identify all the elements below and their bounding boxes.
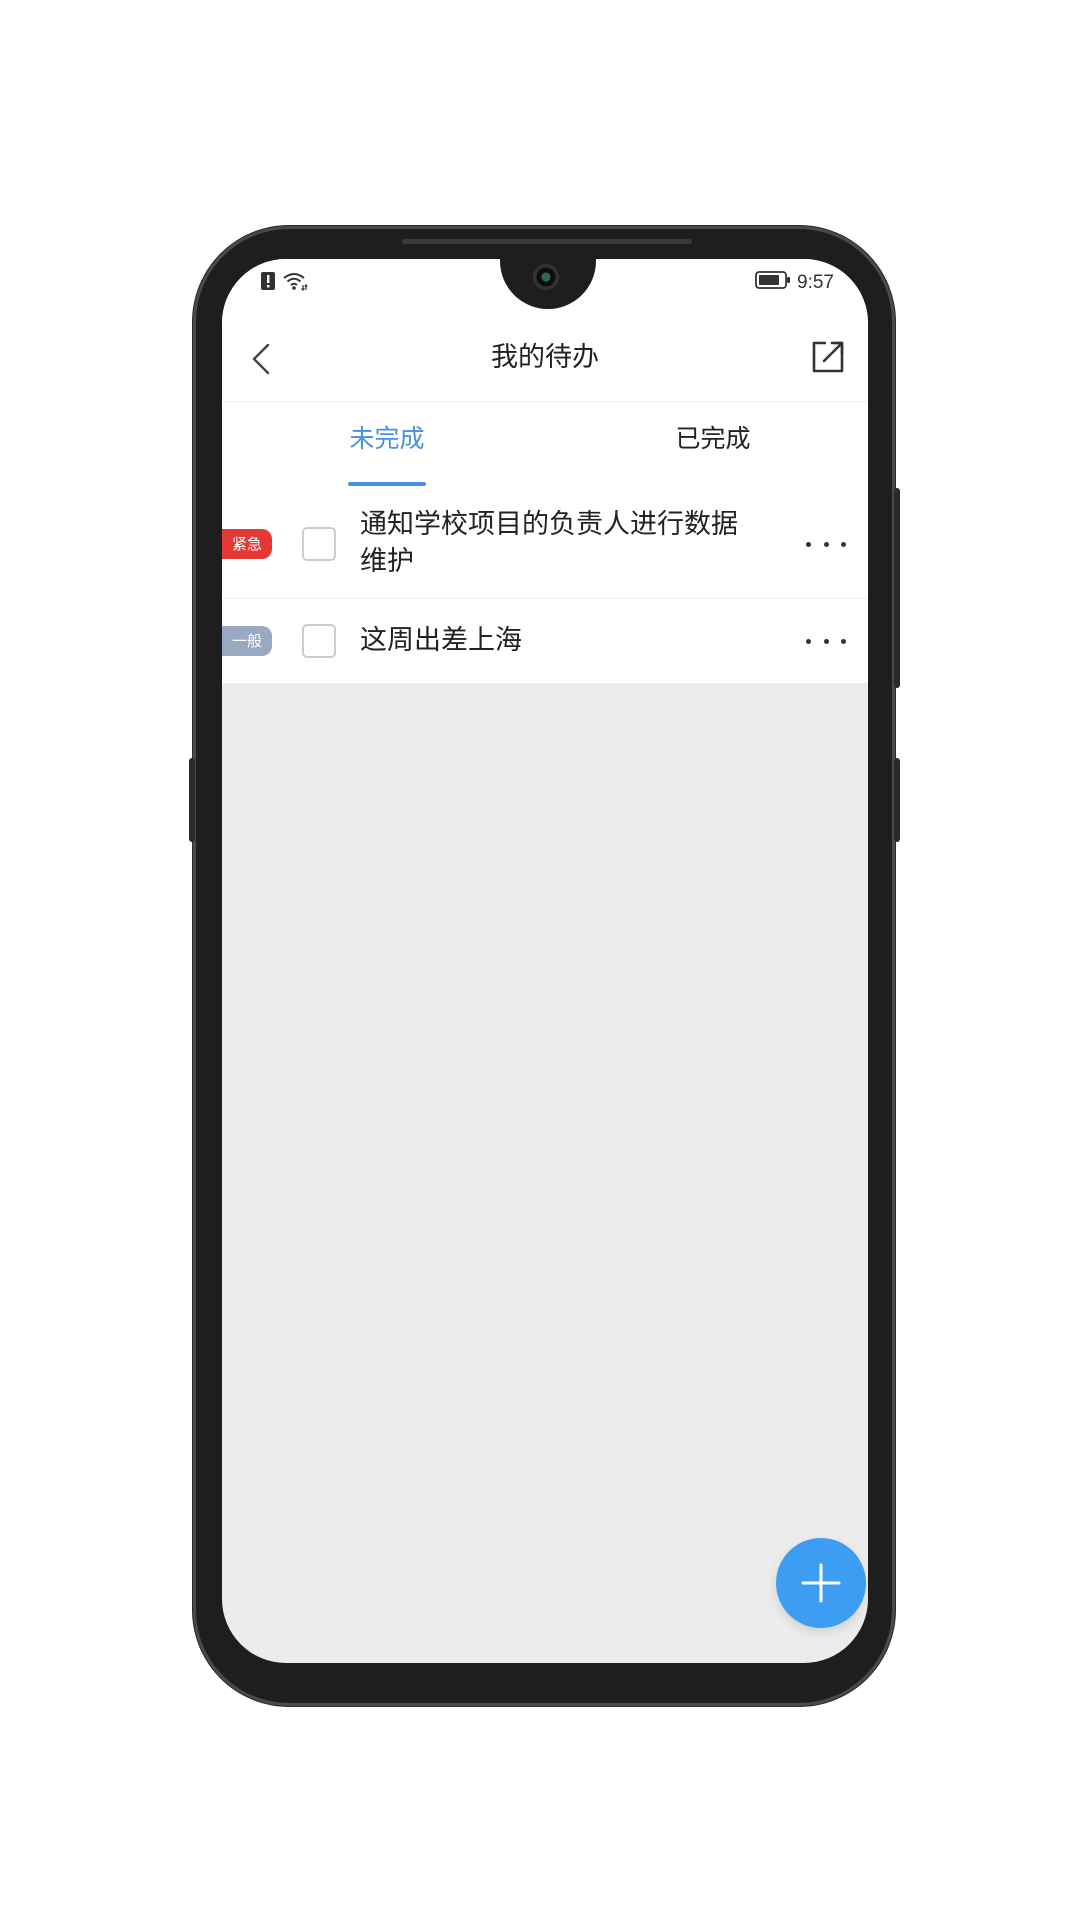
earpiece — [402, 239, 692, 244]
volume-button — [189, 758, 195, 842]
status-right: 9:57 — [755, 271, 834, 295]
task-list: 紧急 通知学校项目的负责人进行数据维护 一般 这周出差上海 — [222, 490, 868, 684]
share-button[interactable] — [808, 337, 848, 377]
page-title: 我的待办 — [491, 342, 599, 373]
task-text: 通知学校项目的负责人进行数据维护 — [360, 509, 738, 577]
power-button — [894, 488, 900, 688]
tab-incomplete[interactable]: 未完成 — [332, 402, 442, 490]
task-row[interactable]: 一般 这周出差上海 — [222, 599, 868, 684]
priority-badge: 紧急 — [222, 529, 272, 559]
task-checkbox[interactable] — [302, 624, 336, 658]
nav-bar: 我的待办 — [222, 315, 868, 402]
add-task-button[interactable] — [776, 1538, 866, 1628]
battery-icon — [755, 271, 791, 295]
tab-bar: 未完成 已完成 — [222, 402, 868, 490]
task-text: 这周出差上海 — [360, 625, 522, 656]
more-dot-icon — [823, 638, 829, 644]
plus-icon — [801, 1563, 841, 1603]
more-dot-icon — [806, 638, 811, 644]
tab-completed[interactable]: 已完成 — [658, 402, 768, 490]
more-button[interactable] — [806, 631, 846, 651]
external-link-icon — [812, 341, 844, 373]
task-row[interactable]: 紧急 通知学校项目的负责人进行数据维护 — [222, 490, 868, 599]
camera — [533, 264, 559, 290]
status-time: 9:57 — [797, 272, 834, 293]
more-dot-icon — [806, 541, 811, 547]
task-checkbox[interactable] — [302, 527, 336, 561]
status-left — [260, 271, 308, 295]
priority-badge: 一般 — [222, 626, 272, 656]
alert-icon — [260, 271, 276, 295]
more-dot-icon — [841, 638, 846, 644]
tab-indicator — [348, 482, 426, 486]
more-dot-icon — [823, 541, 829, 547]
screen: 9:57 我的待办 未完成 已完成 紧急 通知学校项目的负责人进行数据维护 一般… — [222, 259, 868, 1663]
side-button — [894, 758, 900, 842]
more-dot-icon — [841, 541, 846, 547]
wifi-icon — [282, 271, 308, 295]
device-frame: 9:57 我的待办 未完成 已完成 紧急 通知学校项目的负责人进行数据维护 一般… — [0, 0, 1080, 1920]
more-button[interactable] — [806, 534, 846, 554]
